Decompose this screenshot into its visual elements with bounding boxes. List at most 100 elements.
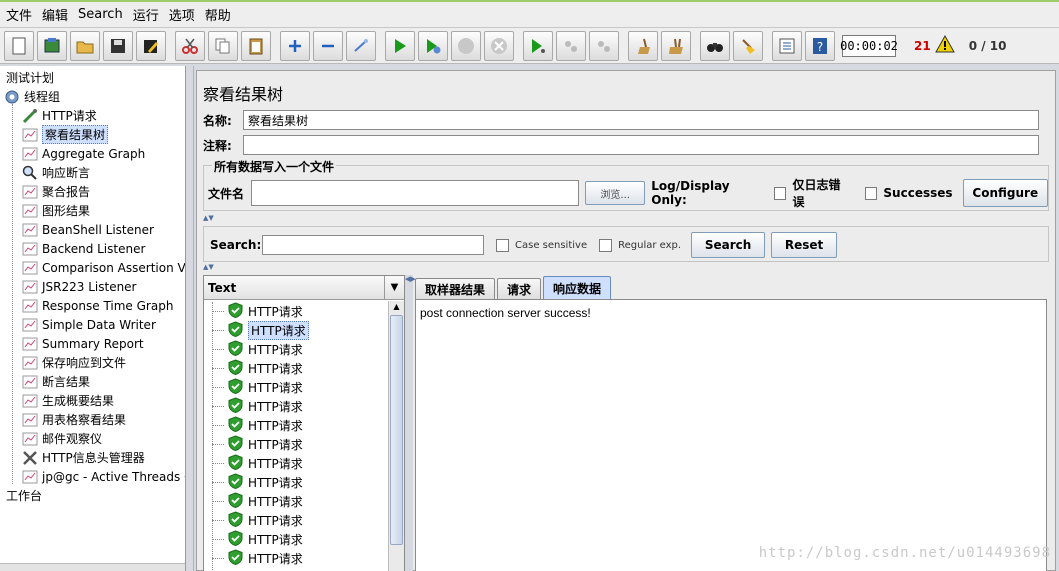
menu-help[interactable]: 帮助 [203, 5, 239, 24]
write-to-file-group: 所有数据写入一个文件 文件名 浏览... Log/Display Only: 仅… [203, 158, 1049, 211]
result-row[interactable]: HTTP请求 [212, 530, 303, 549]
scroll-up-icon[interactable]: ▲ [389, 301, 404, 313]
listener-chart-icon [22, 469, 38, 485]
tree-item[interactable]: 用表格察看结果 [22, 410, 126, 429]
tree-item-label: 聚合报告 [42, 185, 91, 199]
tree-item[interactable]: HTTP信息头管理器 [22, 448, 145, 467]
remote-stop-button[interactable] [556, 30, 586, 61]
response-data-text[interactable]: post connection server success! [415, 299, 1047, 571]
tree-item-label: 邮件观察仪 [42, 432, 103, 446]
scrollbar-thumb[interactable] [390, 315, 403, 545]
collapse-divider-2[interactable]: ▲▼ [203, 264, 1049, 271]
start-button[interactable] [385, 30, 415, 61]
result-row[interactable]: HTTP请求 [212, 454, 303, 473]
search-input[interactable] [262, 235, 484, 255]
tree-item[interactable]: 响应断言 [22, 163, 90, 182]
menu-file[interactable]: 文件 [4, 5, 40, 24]
help-button[interactable]: ? [805, 30, 835, 61]
result-row[interactable]: HTTP请求 [212, 302, 303, 321]
search-button[interactable]: Search [691, 232, 766, 258]
filename-input[interactable] [250, 180, 580, 206]
tree-item-label: 断言结果 [42, 375, 91, 389]
result-row[interactable]: HTTP请求 [212, 321, 309, 340]
menu-run[interactable]: 运行 [131, 5, 167, 24]
successes-checkbox[interactable] [864, 186, 878, 200]
tab-response-data[interactable]: 响应数据 [543, 276, 612, 299]
results-scrollbar[interactable]: ▲ [388, 301, 404, 571]
menu-edit[interactable]: 编辑 [40, 5, 76, 24]
reset-search-button[interactable] [733, 30, 763, 61]
clear-all-button[interactable] [661, 30, 691, 61]
cut-button[interactable] [175, 30, 205, 61]
find-button[interactable] [700, 30, 730, 61]
result-row[interactable]: HTTP请求 [212, 340, 303, 359]
copy-button[interactable] [208, 30, 238, 61]
tree-item[interactable]: JSR223 Listener [22, 277, 137, 296]
remote-start-button[interactable] [523, 30, 553, 61]
tree-item[interactable]: Summary Report [22, 334, 144, 353]
case-sensitive-checkbox[interactable] [496, 238, 509, 252]
menu-options[interactable]: 选项 [167, 5, 203, 24]
collapse-divider[interactable]: ▲▼ [203, 215, 1049, 222]
tree-workbench[interactable]: 工作台 [6, 486, 42, 505]
shutdown-button[interactable] [484, 30, 514, 61]
tree-item[interactable]: BeanShell Listener [22, 220, 154, 239]
regex-checkbox[interactable] [599, 238, 613, 252]
expand-all-button[interactable] [280, 30, 310, 61]
tab-request[interactable]: 请求 [497, 278, 542, 299]
main-splitter[interactable] [186, 66, 194, 571]
collapse-all-button[interactable] [313, 30, 343, 61]
remote-shutdown-button[interactable] [589, 30, 619, 61]
function-helper-button[interactable] [772, 30, 802, 61]
new-button[interactable] [4, 30, 34, 61]
tree-item[interactable]: 聚合报告 [22, 182, 90, 201]
tree-item[interactable]: jp@gc - Active Threads O [22, 467, 185, 486]
save-as-button[interactable] [136, 30, 166, 61]
result-row[interactable]: HTTP请求 [212, 378, 303, 397]
open-button[interactable] [70, 30, 100, 61]
menu-search[interactable]: Search [76, 7, 131, 22]
configure-button[interactable]: Configure [962, 179, 1048, 207]
clear-button[interactable] [628, 30, 658, 61]
tree-item[interactable]: 保存响应到文件 [22, 353, 126, 372]
errors-only-checkbox[interactable] [773, 186, 787, 200]
paste-button[interactable] [241, 30, 271, 61]
tree-item[interactable]: Simple Data Writer [22, 315, 156, 334]
comment-input[interactable] [243, 135, 1039, 155]
tab-sampler-result[interactable]: 取样器结果 [415, 278, 496, 299]
save-button[interactable] [103, 30, 133, 61]
listener-chart-icon [22, 431, 38, 447]
results-splitter[interactable]: ◀▶ [405, 275, 416, 571]
stop-button[interactable] [451, 30, 481, 61]
warning-icon[interactable] [934, 34, 955, 56]
tree-test-plan[interactable]: 测试计划 [6, 68, 54, 87]
result-row[interactable]: HTTP请求 [212, 473, 303, 492]
result-row[interactable]: HTTP请求 [212, 359, 303, 378]
tree-thread-group[interactable]: 线程组 [4, 87, 60, 106]
tree-item[interactable]: 生成概要结果 [22, 391, 114, 410]
tree-item[interactable]: Comparison Assertion V [22, 258, 185, 277]
start-no-pauses-button[interactable] [418, 30, 448, 61]
tree-item[interactable]: 邮件观察仪 [22, 429, 102, 448]
browse-button[interactable]: 浏览... [585, 181, 646, 205]
tree-item[interactable]: Response Time Graph [22, 296, 173, 315]
templates-button[interactable] [37, 30, 67, 61]
tree-item[interactable]: Backend Listener [22, 239, 145, 258]
renderer-select[interactable]: Text ▼ [204, 276, 404, 300]
reset-button[interactable]: Reset [771, 232, 838, 258]
result-row[interactable]: HTTP请求 [212, 492, 303, 511]
result-row[interactable]: HTTP请求 [212, 435, 303, 454]
result-row[interactable]: HTTP请求 [212, 397, 303, 416]
toggle-button[interactable] [346, 30, 376, 61]
tree-item[interactable]: 图形结果 [22, 201, 90, 220]
tree-item[interactable]: 察看结果树 [22, 125, 109, 144]
tree-item[interactable]: 断言结果 [22, 372, 90, 391]
result-row[interactable]: HTTP请求 [212, 416, 303, 435]
tree-horizontal-scrollbar[interactable] [0, 563, 185, 571]
tree-item[interactable]: Aggregate Graph [22, 144, 145, 163]
tree-item[interactable]: HTTP请求 [22, 106, 97, 125]
chevron-down-icon[interactable]: ▼ [384, 276, 404, 299]
name-input[interactable]: 察看结果树 [243, 110, 1039, 130]
result-row[interactable]: HTTP请求 [212, 511, 303, 530]
result-row[interactable]: HTTP请求 [212, 549, 303, 568]
